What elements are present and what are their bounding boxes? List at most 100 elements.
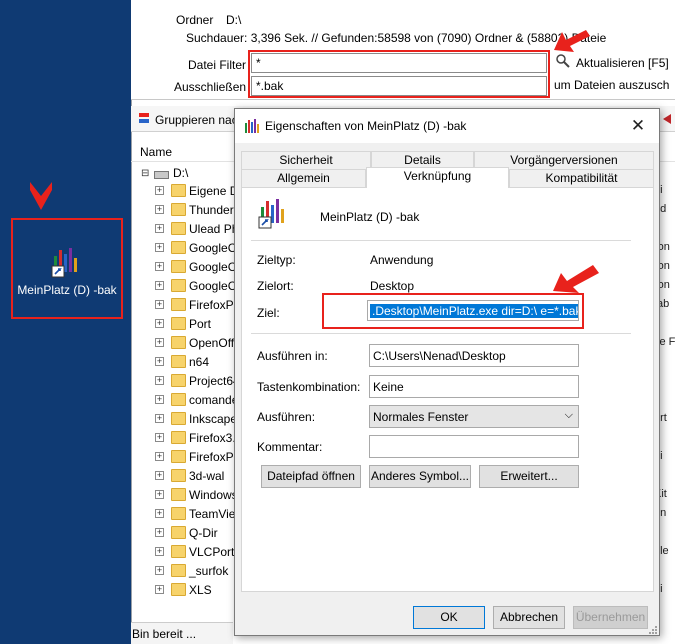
expand-icon[interactable]: + [155,471,164,480]
folder-icon [171,545,186,558]
tree-folder-item[interactable]: + Ulead Ph [131,220,241,239]
tree-folder-item[interactable]: + Project64 [131,372,241,391]
expand-icon[interactable]: + [155,338,164,347]
folder-icon [171,564,186,577]
folder-icon [171,279,186,292]
folder-icon [171,317,186,330]
tree-folder-item[interactable]: + GoogleC [131,239,241,258]
datei-filter-label: Datei Filter [188,58,247,72]
ausschliessen-label: Ausschließen [174,80,247,94]
expand-icon[interactable]: + [155,186,164,195]
tree-root[interactable]: ⊟ D:\ [141,166,241,182]
tree-folder-item[interactable]: + n64 [131,353,241,372]
tree-folder-label: _surfok [189,564,229,578]
tree-folder-item[interactable]: + comande [131,391,241,410]
tree-folder-item[interactable]: + Q-Dir [131,524,241,543]
tree-folder-item[interactable]: + Thunder [131,201,241,220]
tree-folder-label: Port [189,317,212,331]
ausfuehren-select[interactable]: Normales Fenster ⌵ [369,405,579,428]
expand-icon[interactable]: + [155,547,164,556]
expand-icon[interactable]: + [155,490,164,499]
gruppieren-button[interactable]: Gruppieren nac [155,113,235,127]
tab-sicherheit[interactable]: Sicherheit [241,151,371,169]
tree-folder-label: n64 [189,355,210,369]
tree-folder-item[interactable]: + Port [131,315,241,334]
tree-folder-item[interactable]: + GoogleC [131,277,241,296]
expand-icon[interactable]: + [155,300,164,309]
tree-folder-item[interactable]: +3d-wal [131,467,241,486]
erweitert-button[interactable]: Erweitert... [479,465,579,488]
tastenkombination-input[interactable]: Keine [369,375,579,398]
tree-folder-item[interactable]: + Windows [131,486,241,505]
expand-icon[interactable]: + [155,357,164,366]
expand-icon[interactable]: + [155,319,164,328]
expand-icon[interactable]: + [155,224,164,233]
expand-icon[interactable]: + [155,243,164,252]
filter-highlight-box [248,50,550,98]
expand-icon[interactable]: + [155,395,164,404]
ausfuehren-select-value: Normales Fenster [373,410,469,424]
expand-icon[interactable]: + [155,433,164,442]
tree-folder-label: Q-Dir [189,526,218,540]
tree-folder-item[interactable]: + FirefoxPo [131,448,241,467]
tree-folder-label: comande [189,393,239,407]
shortcut-label[interactable]: MeinPlatz (D) -bak [14,283,120,297]
red-arrow-annotation [553,265,599,293]
tab-verknuepfung[interactable]: Verknüpfung [366,167,509,188]
folder-icon [171,469,186,482]
dialog-title: Eigenschaften von MeinPlatz (D) -bak [265,119,467,133]
aktualisieren-button[interactable]: Aktualisieren [F5] [576,56,669,70]
tastenkombination-label: Tastenkombination: [257,380,361,394]
tree-folder-item[interactable]: + Inkscape [131,410,241,429]
folder-icon [171,260,186,273]
kommentar-input[interactable] [369,435,579,458]
tab-allgemein[interactable]: Allgemein [241,169,366,187]
expand-icon[interactable]: + [155,585,164,594]
tab-kompatibilitaet[interactable]: Kompatibilität [509,169,654,187]
expand-icon[interactable]: + [155,509,164,518]
ausfuehren-in-input[interactable]: C:\Users\Nenad\Desktop [369,344,579,367]
tree-folder-item[interactable]: + _surfok [131,562,241,581]
tree-folder-item[interactable]: + FirefoxPo [131,296,241,315]
tree-folder-label: FirefoxPo [189,450,241,464]
resize-grip-icon[interactable] [648,625,658,635]
uebernehmen-button[interactable]: Übernehmen [573,606,648,629]
refresh-search-icon[interactable] [555,53,571,69]
tree-folder-label: XLS [189,583,212,597]
tree-folder-item[interactable]: + Firefox3. [131,429,241,448]
hint-text: um Dateien auszusch [554,78,670,92]
tree-folder-item[interactable]: + VLCPorta [131,543,241,562]
expand-icon[interactable]: + [155,414,164,423]
desktop-background [0,0,131,644]
tree-folder-item[interactable]: + Eigene D [131,182,241,201]
app-small-icon [245,119,259,133]
expand-icon[interactable]: + [155,452,164,461]
close-icon[interactable]: ✕ [627,115,649,137]
ok-button[interactable]: OK [413,606,485,629]
zieltyp-value: Anwendung [370,253,434,267]
tree-folder-item[interactable]: + GoogleC [131,258,241,277]
zielort-label: Zielort: [257,279,294,293]
group-icon[interactable] [138,112,150,124]
folder-icon [171,431,186,444]
expand-icon[interactable]: + [155,566,164,575]
dateipfad-oeffnen-button[interactable]: Dateipfad öffnen [261,465,361,488]
shortcut-app-icon[interactable] [50,246,84,278]
ziel-highlight-box [322,293,584,329]
tree-folder-item[interactable]: + XLS [131,581,241,600]
expand-icon[interactable]: + [155,205,164,214]
arrow-left-icon[interactable] [661,113,673,125]
tree-folder-label: Eigene D [189,184,239,198]
expand-icon[interactable]: + [155,281,164,290]
tree-folder-item[interactable]: + TeamVie [131,505,241,524]
expand-icon[interactable]: + [155,376,164,385]
expand-icon[interactable]: + [155,262,164,271]
column-name[interactable]: Name [140,145,172,159]
anderes-symbol-button[interactable]: Anderes Symbol... [369,465,471,488]
tree-folder-label: GoogleC [189,241,237,255]
folder-icon [171,374,186,387]
tree-folder-item[interactable]: + OpenOff [131,334,241,353]
expand-icon[interactable]: + [155,528,164,537]
folder-icon [171,298,186,311]
abbrechen-button[interactable]: Abbrechen [493,606,565,629]
